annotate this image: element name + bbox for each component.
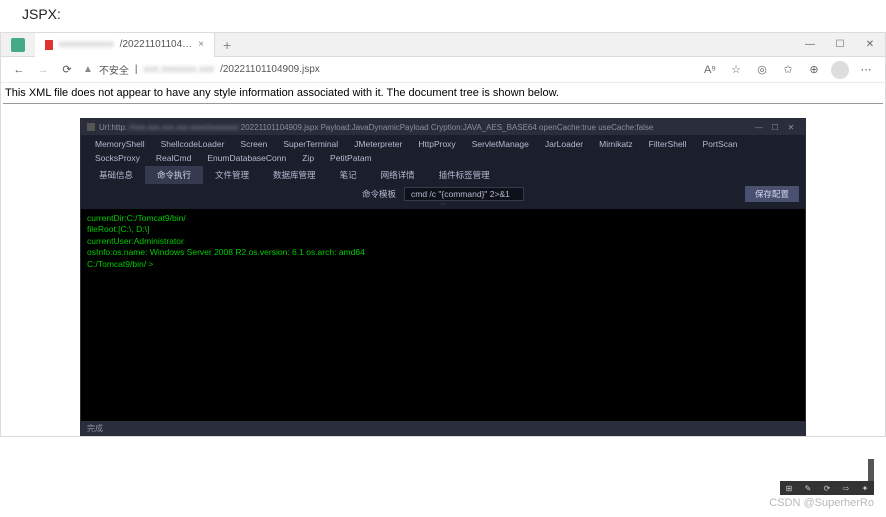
overlay-btn-5[interactable]: ✦: [856, 481, 874, 495]
sub-tab[interactable]: 笔记: [328, 166, 369, 184]
more-icon[interactable]: ⋯: [857, 61, 875, 79]
module-button[interactable]: Screen: [232, 137, 275, 151]
browser-window: xxxxxxxxxxx /20221101104… × + — ☐ ✕ ← → …: [0, 32, 886, 437]
target-icon[interactable]: ◎: [753, 61, 771, 79]
star-icon[interactable]: ☆: [727, 61, 745, 79]
sub-tab[interactable]: 文件管理: [203, 166, 261, 184]
module-button[interactable]: JarLoader: [537, 137, 591, 151]
console-line: osInfo:os.name: Windows Server 2008 R2 o…: [87, 247, 799, 258]
console-output[interactable]: currentDir:C:/Tomcat9/bin/fileRoot:[C:\,…: [81, 209, 805, 421]
sub-tab[interactable]: 命令执行: [145, 166, 203, 184]
overlay-btn-4[interactable]: ⇨: [837, 481, 855, 495]
cmd-template-row: 命令模板 cmd /c "{command}" 2>&1 保存配置: [81, 185, 805, 203]
module-button[interactable]: Zip: [294, 151, 322, 165]
terminal-title-suffix: 20221101104909.jspx Payload:JavaDynamicP…: [241, 123, 654, 132]
collections-icon[interactable]: ⊕: [805, 61, 823, 79]
xml-warning: This XML file does not appear to have an…: [3, 83, 883, 104]
watermark: CSDN @SuperherRo: [769, 497, 874, 509]
not-secure-label: 不安全: [99, 62, 129, 77]
console-line: currentUser:Administrator: [87, 236, 799, 247]
overlay-toolbar: ⊞ ✎ ⟳ ⇨ ✦: [780, 481, 874, 495]
sub-tab[interactable]: 数据库管理: [261, 166, 328, 184]
console-line: currentDir:C:/Tomcat9/bin/: [87, 213, 799, 224]
overlay-btn-3[interactable]: ⟳: [818, 481, 836, 495]
terminal-title-blur: //xxx.xxx.xxx.xxx:xxxx/xxxxxxx/: [129, 123, 239, 132]
module-button[interactable]: MemoryShell: [87, 137, 153, 151]
terminal-titlebar: Url:http: //xxx.xxx.xxx.xxx:xxxx/xxxxxxx…: [81, 119, 805, 135]
status-text: 完成: [87, 423, 103, 434]
close-tab-button[interactable]: ×: [198, 39, 204, 50]
module-button[interactable]: PetitPatam: [322, 151, 380, 165]
term-minimize-button[interactable]: —: [751, 123, 767, 132]
console-line: fileRoot:[C:\, D:\]: [87, 224, 799, 235]
status-bar: 完成: [81, 421, 805, 435]
read-aloud-icon[interactable]: A⁹: [701, 61, 719, 79]
module-button[interactable]: EnumDatabaseConn: [199, 151, 294, 165]
window-controls: — ☐ ✕: [795, 33, 885, 57]
url-host-blur: xxx.xxxxxxx.xxx: [144, 64, 215, 75]
module-button[interactable]: PortScan: [694, 137, 745, 151]
overlay-handle: [868, 459, 874, 481]
favicon-icon: [45, 40, 53, 50]
tab-title: /20221101104…: [120, 39, 192, 50]
forward-button: →: [35, 62, 51, 78]
sub-tab[interactable]: 网络详情: [369, 166, 427, 184]
page-label: JSPX:: [0, 0, 886, 32]
not-secure-icon: ▲: [83, 64, 93, 75]
module-button[interactable]: RealCmd: [148, 151, 199, 165]
tab-title-blur: xxxxxxxxxxx: [59, 39, 114, 50]
module-button[interactable]: SocksProxy: [87, 151, 148, 165]
close-window-button[interactable]: ✕: [855, 33, 885, 57]
save-config-button[interactable]: 保存配置: [745, 186, 799, 202]
module-button[interactable]: FilterShell: [641, 137, 695, 151]
module-button[interactable]: HttpProxy: [410, 137, 463, 151]
sub-toolbar: 基础信息命令执行文件管理数据库管理笔记网络详情插件标签管理: [81, 165, 805, 185]
minimize-button[interactable]: —: [795, 33, 825, 57]
term-maximize-button[interactable]: ☐: [767, 123, 783, 132]
url-path: /20221101104909.jspx: [220, 64, 320, 75]
module-row: MemoryShellShellcodeLoaderScreenSuperTer…: [81, 135, 805, 165]
browser-tab[interactable]: xxxxxxxxxxx /20221101104… ×: [35, 33, 215, 57]
terminal-window: Url:http: //xxx.xxx.xxx.xxx:xxxx/xxxxxxx…: [80, 118, 806, 436]
new-tab-button[interactable]: +: [215, 37, 239, 53]
refresh-button[interactable]: ⟳: [59, 62, 75, 78]
url-field[interactable]: ▲ 不安全 | xxx.xxxxxxx.xxx /20221101104909.…: [83, 62, 693, 77]
back-button[interactable]: ←: [11, 62, 27, 78]
url-separator: |: [135, 64, 138, 75]
module-button[interactable]: ShellcodeLoader: [153, 137, 233, 151]
browser-icon: [11, 38, 25, 52]
overlay-btn-2[interactable]: ✎: [799, 481, 817, 495]
cmd-template-label: 命令模板: [362, 188, 396, 200]
term-close-button[interactable]: ✕: [783, 123, 799, 132]
address-bar: ← → ⟳ ▲ 不安全 | xxx.xxxxxxx.xxx /202211011…: [1, 57, 885, 83]
toolbar-right: A⁹ ☆ ◎ ✩ ⊕ ⋯: [701, 61, 875, 79]
module-button[interactable]: SuperTerminal: [275, 137, 346, 151]
terminal-icon: [87, 123, 95, 131]
module-button[interactable]: JMeterpreter: [346, 137, 410, 151]
sub-tab[interactable]: 插件标签管理: [427, 166, 502, 184]
tab-strip: xxxxxxxxxxx /20221101104… × + — ☐ ✕: [1, 33, 885, 57]
module-button[interactable]: ServletManage: [464, 137, 537, 151]
maximize-button[interactable]: ☐: [825, 33, 855, 57]
sub-tab[interactable]: 基础信息: [87, 166, 145, 184]
avatar[interactable]: [831, 61, 849, 79]
favorite-icon[interactable]: ✩: [779, 61, 797, 79]
module-button[interactable]: Mimikatz: [591, 137, 641, 151]
overlay-btn-1[interactable]: ⊞: [780, 481, 798, 495]
console-line: C:/Tomcat9/bin/ >: [87, 259, 799, 270]
terminal-title-prefix: Url:http:: [99, 123, 127, 132]
cmd-template-input[interactable]: cmd /c "{command}" 2>&1: [404, 187, 524, 201]
